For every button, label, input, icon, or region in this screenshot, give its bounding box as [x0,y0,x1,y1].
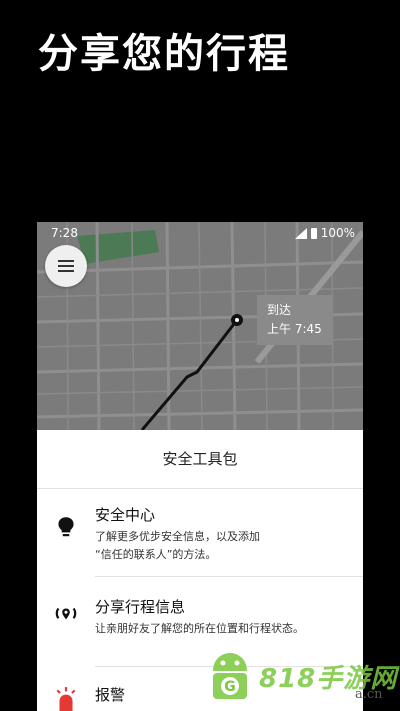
menu-button[interactable] [45,245,87,287]
map-view[interactable]: 7:28 100% 到达 上午 7:45 [37,222,363,430]
list-item-safety-center[interactable]: 安全中心 了解更多优步安全信息，以及添加 “信任的联系人”的方法。 [37,488,363,578]
phone-screen: 7:28 100% 到达 上午 7:45 安全工具包 安全中心 了解更多优步安全… [37,222,363,711]
android-logo-icon: G [213,653,247,699]
battery-level: 100% [320,226,355,240]
svg-text:G: G [224,679,236,695]
status-bar: 7:28 100% [37,222,363,244]
hamburger-icon [58,260,74,262]
item-description: 让亲朋好友了解您的所在位置和行程状态。 [95,622,304,635]
watermark-domain: a.cn [355,687,383,702]
status-time: 7:28 [51,226,78,240]
location-broadcast-icon [55,607,77,620]
item-description: 了解更多优步安全信息，以及添加 “信任的联系人”的方法。 [95,530,260,561]
alarm-icon [56,687,76,711]
battery-icon [310,227,317,239]
divider [95,576,363,577]
hero-title: 分享您的行程 [38,31,290,77]
lightbulb-icon [58,517,74,537]
signal-icon [294,227,307,239]
arrival-label: 到达 [267,303,292,317]
sheet-title: 安全工具包 [37,430,363,489]
item-title: 报警 [95,686,126,704]
item-title: 安全中心 [95,506,156,524]
arrival-time: 上午 7:45 [267,322,322,337]
watermark: G 818手游网 a.cn [205,645,397,707]
arrival-card: 到达 上午 7:45 [257,295,333,345]
item-title: 分享行程信息 [95,598,186,616]
